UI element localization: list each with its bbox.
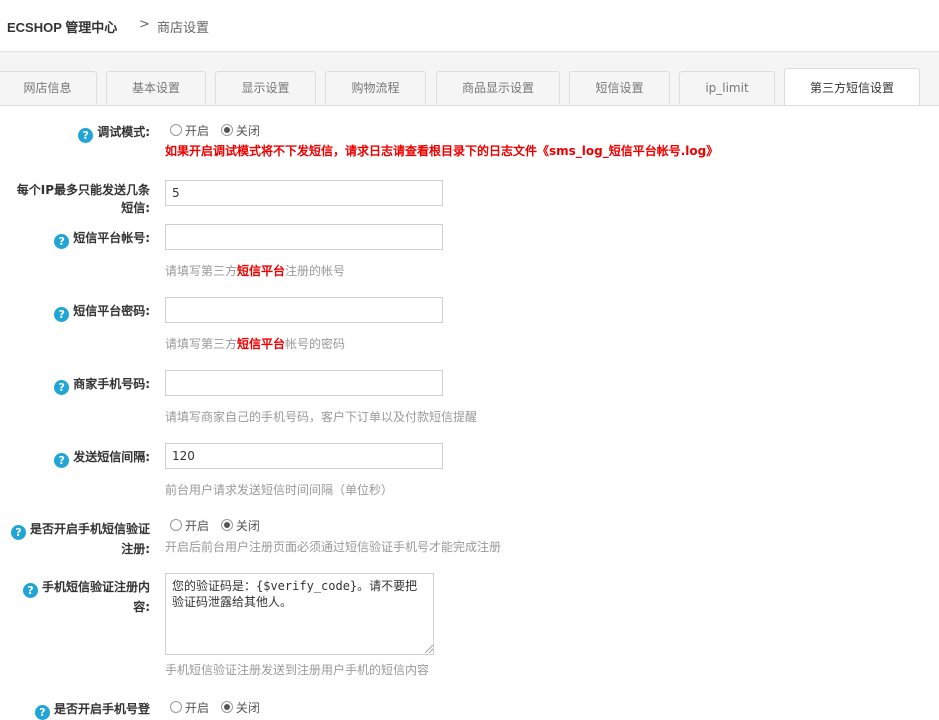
radio-button[interactable] <box>170 519 182 531</box>
merchant-phone-label: 商家手机号码: <box>73 377 150 391</box>
help-icon[interactable]: ? <box>54 453 70 468</box>
admin-brand[interactable]: ECSHOP 管理中心 <box>7 17 117 36</box>
ip-limit-label: 每个IP最多只能发送几条短信: <box>16 183 150 215</box>
register-content-textarea[interactable]: 您的验证码是：{$verify_code}。请不要把验证码泄露给其他人。 <box>165 573 434 655</box>
breadcrumb-separator: > <box>139 17 150 32</box>
login-verify-on-option[interactable]: 开启 <box>170 701 209 715</box>
help-icon[interactable]: ? <box>10 525 26 540</box>
resize-handle-icon[interactable] <box>425 645 433 653</box>
sms-platform-link[interactable]: 短信平台 <box>237 337 285 351</box>
radio-button[interactable] <box>170 701 182 713</box>
top-header: ECSHOP 管理中心 > 商店设置 <box>0 0 939 52</box>
tab-goods-display[interactable]: 商品显示设置 <box>436 71 560 104</box>
sms-platform-link[interactable]: 短信平台 <box>237 264 285 278</box>
sms-account-input[interactable] <box>165 224 443 250</box>
debug-mode-label: 调试模式: <box>97 125 150 139</box>
help-icon[interactable]: ? <box>54 380 70 395</box>
debug-mode-radios: 开启 关闭 <box>170 122 268 139</box>
settings-tab-bar: 网店信息 基本设置 显示设置 购物流程 商品显示设置 短信设置 ip_limit… <box>0 52 939 106</box>
send-interval-label: 发送短信间隔: <box>73 450 150 464</box>
register-verify-radios: 开启 关闭 <box>170 517 268 534</box>
debug-mode-off-option[interactable]: 关闭 <box>220 124 260 138</box>
merchant-phone-input[interactable] <box>165 370 443 396</box>
tab-display-settings[interactable]: 显示设置 <box>215 71 316 104</box>
sms-account-label: 短信平台帐号: <box>73 231 150 245</box>
debug-mode-warning: 如果开启调试模式将不下发短信，请求日志请查看根目录下的日志文件《sms_log_… <box>165 144 719 158</box>
sms-account-hint: 请填写第三方短信平台注册的帐号 <box>165 264 346 278</box>
radio-button-checked[interactable] <box>220 701 233 713</box>
tab-basic-settings[interactable]: 基本设置 <box>106 71 206 104</box>
register-verify-on-option[interactable]: 开启 <box>170 519 209 533</box>
sms-password-label: 短信平台密码: <box>73 304 150 318</box>
merchant-phone-hint: 请填写商家自己的手机号码，客户下订单以及付款短信提醒 <box>165 410 478 424</box>
tab-shopping-flow[interactable]: 购物流程 <box>325 71 426 104</box>
login-verify-radios: 开启 关闭 <box>170 699 268 716</box>
sms-password-hint: 请填写第三方短信平台帐号的密码 <box>165 337 346 351</box>
login-verify-label: 是否开启手机号登 <box>53 702 150 716</box>
tab-shop-info[interactable]: 网店信息 <box>0 71 97 104</box>
register-content-label: 手机短信验证注册内容: <box>41 580 150 614</box>
radio-button-checked[interactable] <box>220 519 233 531</box>
radio-button-checked[interactable] <box>220 124 233 136</box>
help-icon[interactable]: ? <box>54 307 70 322</box>
help-icon[interactable]: ? <box>34 705 50 720</box>
register-content-hint: 手机短信验证注册发送到注册用户手机的短信内容 <box>165 663 430 677</box>
help-icon[interactable]: ? <box>54 234 70 249</box>
breadcrumb-current: 商店设置 <box>157 21 210 36</box>
register-verify-hint: 开启后前台用户注册页面必须通过短信验证手机号才能完成注册 <box>165 540 502 554</box>
send-interval-input[interactable] <box>165 443 443 469</box>
login-verify-off-option[interactable]: 关闭 <box>220 701 260 715</box>
sms-password-input[interactable] <box>165 297 443 323</box>
tab-third-party-sms[interactable]: 第三方短信设置 <box>784 68 920 105</box>
send-interval-hint: 前台用户请求发送短信时间间隔（单位秒） <box>165 483 394 497</box>
register-verify-off-option[interactable]: 关闭 <box>220 519 260 533</box>
tab-sms-settings[interactable]: 短信设置 <box>569 71 670 104</box>
help-icon[interactable]: ? <box>78 128 94 143</box>
radio-button[interactable] <box>170 124 182 136</box>
ip-limit-input[interactable] <box>165 180 443 206</box>
debug-mode-on-option[interactable]: 开启 <box>170 124 209 138</box>
tab-ip-limit[interactable]: ip_limit <box>679 71 775 104</box>
register-verify-label: 是否开启手机短信验证注册: <box>29 522 150 556</box>
help-icon[interactable]: ? <box>22 583 38 598</box>
